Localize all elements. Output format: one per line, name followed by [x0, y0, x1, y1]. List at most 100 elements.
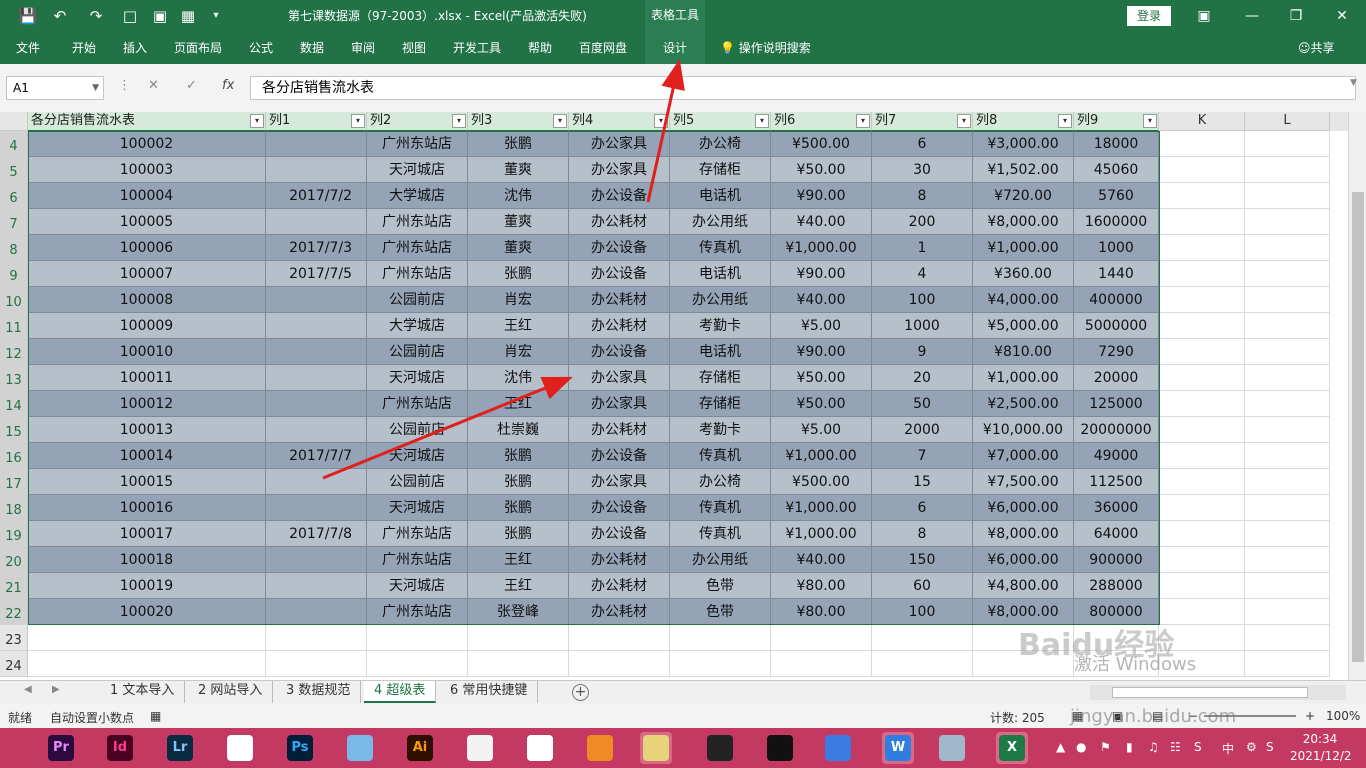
expand-formula-icon[interactable]: ▼ — [1350, 78, 1357, 88]
table-cell[interactable]: 办公耗材 — [569, 417, 670, 443]
empty-cell[interactable] — [1160, 469, 1245, 495]
filter-dropdown-icon[interactable]: ▾ — [1143, 114, 1157, 128]
empty-cell[interactable] — [1160, 443, 1245, 469]
table-cell[interactable]: ¥1,000.00 — [973, 235, 1074, 261]
table-cell[interactable]: ¥6,000.00 — [973, 495, 1074, 521]
table-cell[interactable]: 100003 — [28, 157, 266, 183]
empty-cell[interactable] — [1245, 235, 1330, 261]
table-cell[interactable]: 存储柜 — [670, 365, 771, 391]
table-cell[interactable]: 张鹏 — [468, 261, 569, 287]
empty-cell[interactable] — [1160, 131, 1245, 157]
table-cell[interactable]: 张鹏 — [468, 469, 569, 495]
settings-tray-icon[interactable]: ⚙ — [1246, 740, 1257, 754]
table-cell[interactable]: 5760 — [1074, 183, 1159, 209]
row-header[interactable]: 14 — [0, 391, 28, 417]
table-cell[interactable]: 2000 — [872, 417, 973, 443]
table-cell[interactable]: 50 — [872, 391, 973, 417]
table-cell[interactable]: 董爽 — [468, 157, 569, 183]
column-header-k[interactable]: K — [1160, 112, 1245, 131]
empty-cell[interactable] — [266, 651, 367, 677]
table-cell[interactable] — [266, 573, 367, 599]
table-cell[interactable]: ¥3,000.00 — [973, 131, 1074, 157]
table-cell[interactable]: ¥90.00 — [771, 183, 872, 209]
table-cell[interactable]: 100020 — [28, 599, 266, 625]
table-cell[interactable]: 王红 — [468, 391, 569, 417]
table-cell[interactable]: 6 — [872, 495, 973, 521]
empty-cell[interactable] — [28, 651, 266, 677]
table-cell[interactable] — [266, 313, 367, 339]
filter-dropdown-icon[interactable]: ▾ — [553, 114, 567, 128]
lightroom-icon[interactable]: Lr — [164, 732, 196, 764]
select-all-corner[interactable] — [0, 112, 28, 131]
minimize-icon[interactable]: — — [1240, 4, 1264, 28]
empty-cell[interactable] — [367, 625, 468, 651]
save-icon[interactable]: 💾 — [18, 6, 38, 26]
empty-cell[interactable] — [1245, 287, 1330, 313]
filter-dropdown-icon[interactable]: ▾ — [250, 114, 264, 128]
macro-record-icon[interactable]: ▦ — [150, 709, 161, 723]
table-cell[interactable]: 18000 — [1074, 131, 1159, 157]
table-cell[interactable]: ¥50.00 — [771, 365, 872, 391]
table-cell[interactable]: 办公用纸 — [670, 209, 771, 235]
filter-dropdown-icon[interactable]: ▾ — [957, 114, 971, 128]
filter-dropdown-icon[interactable]: ▾ — [654, 114, 668, 128]
row-header[interactable]: 15 — [0, 417, 28, 443]
row-header[interactable]: 9 — [0, 261, 28, 287]
flag-icon[interactable]: ⚑ — [1100, 740, 1111, 754]
table-cell[interactable] — [266, 209, 367, 235]
table-cell[interactable]: ¥810.00 — [973, 339, 1074, 365]
table-cell[interactable]: 杜崇巍 — [468, 417, 569, 443]
add-sheet-button[interactable]: + — [572, 684, 589, 701]
table-cell[interactable]: 100014 — [28, 443, 266, 469]
empty-cell[interactable] — [1245, 495, 1330, 521]
table-cell[interactable]: 100007 — [28, 261, 266, 287]
empty-cell[interactable] — [1160, 495, 1245, 521]
table-cell[interactable]: 传真机 — [670, 521, 771, 547]
table-cell[interactable]: 大学城店 — [367, 183, 468, 209]
empty-cell[interactable] — [1160, 521, 1245, 547]
table-cell[interactable]: ¥40.00 — [771, 287, 872, 313]
empty-cell[interactable] — [1160, 287, 1245, 313]
row-header[interactable]: 11 — [0, 313, 28, 339]
empty-cell[interactable] — [569, 651, 670, 677]
table-cell[interactable]: 办公耗材 — [569, 547, 670, 573]
name-box[interactable]: A1 ▼ — [6, 76, 104, 100]
empty-cell[interactable] — [1245, 443, 1330, 469]
undo-icon[interactable]: ↶ — [50, 6, 70, 26]
table-cell[interactable]: 100018 — [28, 547, 266, 573]
table-cell[interactable]: 广州东站店 — [367, 391, 468, 417]
spreadsheet-grid[interactable]: 各分店销售流水表 ▾ 列1 ▾ 列2 ▾ 列3 ▾ 列4 ▾ 列5 ▾ 列6 ▾ 列7 ▾ 列8 ▾ 列9 ▾ K L 4… — [0, 112, 1366, 680]
table-cell[interactable] — [266, 287, 367, 313]
table-cell[interactable]: 150 — [872, 547, 973, 573]
empty-cell[interactable] — [1160, 157, 1245, 183]
row-header[interactable]: 20 — [0, 547, 28, 573]
table-cell[interactable]: ¥40.00 — [771, 209, 872, 235]
insert-function-icon[interactable]: fx — [222, 78, 234, 93]
table-cell[interactable]: 900000 — [1074, 547, 1159, 573]
table-cell[interactable]: 广州东站店 — [367, 521, 468, 547]
table-cell[interactable]: 办公设备 — [569, 443, 670, 469]
table-cell[interactable]: ¥720.00 — [973, 183, 1074, 209]
column-header-l[interactable]: L — [1245, 112, 1330, 131]
row-header[interactable]: 4 — [0, 131, 28, 157]
table-cell[interactable]: ¥360.00 — [973, 261, 1074, 287]
table-cell[interactable]: 30 — [872, 157, 973, 183]
table-cell[interactable] — [266, 131, 367, 157]
tell-me-search[interactable]: 💡 操作说明搜索 — [720, 32, 811, 64]
empty-cell[interactable] — [1160, 417, 1245, 443]
row-header[interactable]: 19 — [0, 521, 28, 547]
vertical-scroll-thumb[interactable] — [1352, 192, 1364, 662]
clock[interactable]: 20:34 2021/12/2 — [1290, 731, 1352, 765]
ribbon-display-icon[interactable]: ▣ — [1192, 4, 1216, 28]
table-cell[interactable]: 办公耗材 — [569, 573, 670, 599]
table-cell[interactable]: 王红 — [468, 573, 569, 599]
table-cell[interactable]: 100 — [872, 599, 973, 625]
table-cell[interactable]: ¥50.00 — [771, 391, 872, 417]
table-cell[interactable] — [266, 365, 367, 391]
row-header[interactable]: 18 — [0, 495, 28, 521]
table-cell[interactable]: 公园前店 — [367, 469, 468, 495]
empty-cell[interactable] — [1245, 157, 1330, 183]
empty-cell[interactable] — [1160, 339, 1245, 365]
table-cell[interactable]: 125000 — [1074, 391, 1159, 417]
table-cell[interactable]: 天河城店 — [367, 443, 468, 469]
